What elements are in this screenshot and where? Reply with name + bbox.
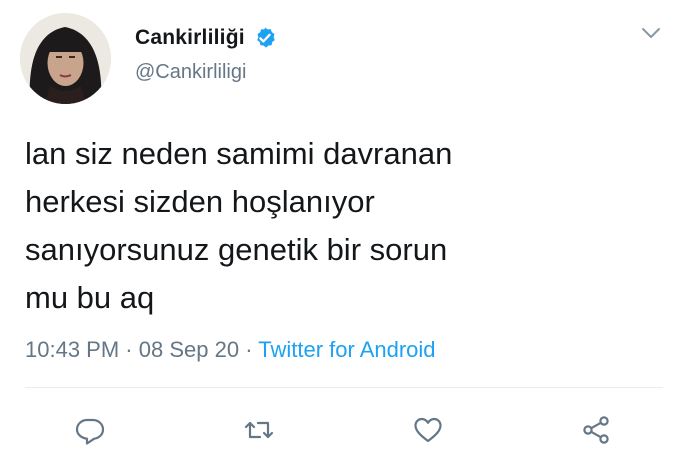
tweet-date[interactable]: 08 Sep 20 [139, 337, 239, 362]
share-button[interactable] [578, 412, 614, 448]
like-button[interactable] [410, 412, 446, 448]
profile-photo-icon [20, 13, 111, 104]
retweet-icon [244, 421, 274, 439]
divider [25, 387, 663, 388]
meta-separator: · [125, 337, 133, 362]
reply-icon [75, 418, 105, 445]
author-name-row: Cankirliliği [135, 24, 277, 52]
tweet-card: Cankirliliği @Cankirliligi lan siz neden… [0, 0, 676, 469]
like-icon [414, 417, 442, 443]
tweet-text: lan siz neden samimi davranan herkesi si… [25, 130, 645, 322]
tweet-text-line: mu bu aq [25, 280, 155, 315]
tweet-time[interactable]: 10:43 PM [25, 337, 119, 362]
tweet-text-line: herkesi sizden hoşlanıyor [25, 184, 375, 219]
verified-badge-icon [253, 26, 277, 50]
user-handle[interactable]: @Cankirliligi [135, 61, 246, 84]
share-icon [583, 416, 609, 444]
tweet-text-line: lan siz neden samimi davranan [25, 136, 453, 171]
retweet-button[interactable] [241, 412, 277, 448]
display-name[interactable]: Cankirliliği [135, 26, 245, 50]
avatar[interactable] [20, 13, 111, 104]
tweet-meta: 10:43 PM · 08 Sep 20 · Twitter for Andro… [25, 337, 436, 363]
meta-separator: · [245, 337, 253, 362]
reply-button[interactable] [72, 412, 108, 448]
chevron-down-icon[interactable] [640, 25, 662, 41]
tweet-source-link[interactable]: Twitter for Android [258, 337, 435, 362]
tweet-text-line: sanıyorsunuz genetik bir sorun [25, 232, 448, 267]
